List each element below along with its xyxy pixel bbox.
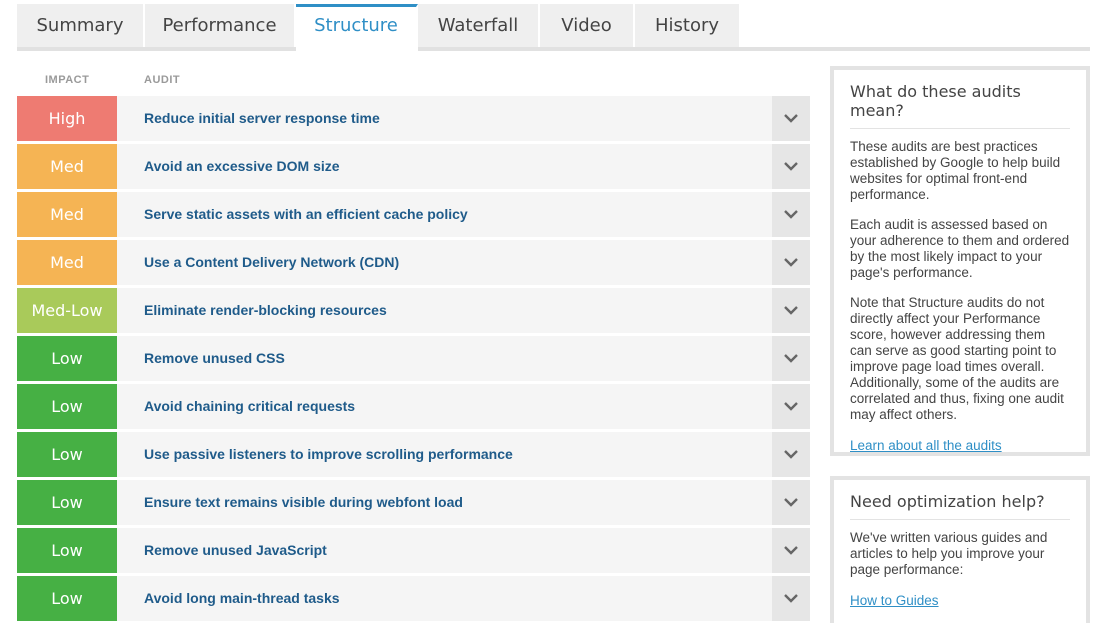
panel-title: What do these audits mean? xyxy=(850,82,1070,129)
impact-badge: Low xyxy=(17,336,117,381)
expand-button[interactable] xyxy=(772,192,810,237)
impact-badge: Low xyxy=(17,432,117,477)
audit-row[interactable]: Low Avoid chaining critical requests xyxy=(17,384,810,429)
chevron-down-icon xyxy=(784,450,798,459)
panel-paragraph: Each audit is assessed based on your adh… xyxy=(850,217,1070,280)
audit-row[interactable]: Low Ensure text remains visible during w… xyxy=(17,480,810,525)
tab-history[interactable]: History xyxy=(635,4,741,47)
expand-button[interactable] xyxy=(772,528,810,573)
expand-button[interactable] xyxy=(772,240,810,285)
chevron-down-icon xyxy=(784,402,798,411)
audit-row[interactable]: Med Use a Content Delivery Network (CDN) xyxy=(17,240,810,285)
tab-summary[interactable]: Summary xyxy=(17,4,145,47)
impact-badge: Low xyxy=(17,384,117,429)
chevron-down-icon xyxy=(784,114,798,123)
chevron-down-icon xyxy=(784,498,798,507)
optimization-help-panel: Need optimization help? We've written va… xyxy=(830,476,1090,623)
expand-button[interactable] xyxy=(772,384,810,429)
tab-video[interactable]: Video xyxy=(540,4,635,47)
audit-row[interactable]: Med-Low Eliminate render-blocking resour… xyxy=(17,288,810,333)
chevron-down-icon xyxy=(784,354,798,363)
expand-button[interactable] xyxy=(772,336,810,381)
impact-badge: Low xyxy=(17,576,117,621)
learn-audits-link[interactable]: Learn about all the audits xyxy=(850,438,1002,453)
expand-button[interactable] xyxy=(772,288,810,333)
audit-column-header: AUDIT xyxy=(144,74,181,86)
audit-title: Use passive listeners to improve scrolli… xyxy=(144,446,513,462)
panel-paragraph: Note that Structure audits do not direct… xyxy=(850,295,1064,422)
chevron-down-icon xyxy=(784,594,798,603)
expand-button[interactable] xyxy=(772,480,810,525)
impact-badge: Med xyxy=(17,144,117,189)
audit-row[interactable]: Med Avoid an excessive DOM size xyxy=(17,144,810,189)
audits-info-panel: What do these audits mean? These audits … xyxy=(830,66,1090,456)
audit-row[interactable]: High Reduce initial server response time xyxy=(17,96,810,141)
tab-waterfall[interactable]: Waterfall xyxy=(418,4,540,47)
audit-title: Avoid an excessive DOM size xyxy=(144,158,340,174)
audit-title: Serve static assets with an efficient ca… xyxy=(144,206,468,222)
panel-paragraph: We've written various guides and article… xyxy=(850,530,1048,577)
impact-column-header: IMPACT xyxy=(45,74,90,86)
audit-title: Avoid long main-thread tasks xyxy=(144,590,340,606)
impact-badge: Med-Low xyxy=(17,288,117,333)
audit-title: Ensure text remains visible during webfo… xyxy=(144,494,463,510)
chevron-down-icon xyxy=(784,210,798,219)
audit-row[interactable]: Low Use passive listeners to improve scr… xyxy=(17,432,810,477)
audit-row[interactable]: Low Remove unused CSS xyxy=(17,336,810,381)
expand-button[interactable] xyxy=(772,432,810,477)
audit-row[interactable]: Low Remove unused JavaScript xyxy=(17,528,810,573)
how-to-guides-link[interactable]: How to Guides xyxy=(850,593,939,608)
chevron-down-icon xyxy=(784,162,798,171)
chevron-down-icon xyxy=(784,306,798,315)
impact-badge: High xyxy=(17,96,117,141)
chevron-down-icon xyxy=(784,546,798,555)
audit-title: Avoid chaining critical requests xyxy=(144,398,356,414)
audit-row[interactable]: Med Serve static assets with an efficien… xyxy=(17,192,810,237)
impact-badge: Low xyxy=(17,480,117,525)
tab-bar: Summary Performance Structure Waterfall … xyxy=(17,4,1090,51)
audit-row[interactable]: Low Avoid long main-thread tasks xyxy=(17,576,810,621)
expand-button[interactable] xyxy=(772,96,810,141)
chevron-down-icon xyxy=(784,258,798,267)
expand-button[interactable] xyxy=(772,144,810,189)
impact-badge: Med xyxy=(17,240,117,285)
audit-title: Remove unused JavaScript xyxy=(144,542,327,558)
audit-title: Reduce initial server response time xyxy=(144,110,380,126)
tab-structure[interactable]: Structure xyxy=(296,4,418,51)
panel-title: Need optimization help? xyxy=(850,492,1070,520)
impact-badge: Low xyxy=(17,528,117,573)
audit-title: Eliminate render-blocking resources xyxy=(144,302,387,318)
audit-title: Remove unused CSS xyxy=(144,350,285,366)
tab-performance[interactable]: Performance xyxy=(145,4,296,47)
expand-button[interactable] xyxy=(772,576,810,621)
panel-paragraph: These audits are best practices establis… xyxy=(850,139,1061,202)
audit-title: Use a Content Delivery Network (CDN) xyxy=(144,254,400,270)
impact-badge: Med xyxy=(17,192,117,237)
